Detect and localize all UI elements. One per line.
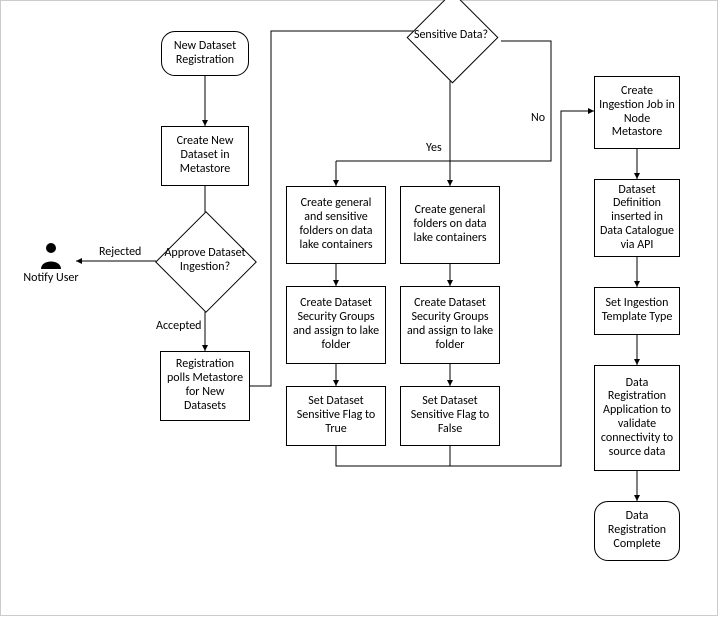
node-security-groups-1: Create Dataset Security Groups and assig… [286, 286, 386, 364]
label-yes: Yes [426, 141, 442, 155]
text: Registration polls Metastore for New Dat… [165, 358, 245, 413]
node-create-both-folders: Create general and sensitive folders on … [286, 186, 386, 264]
text: Data Registration Application to validat… [599, 377, 675, 460]
label-no: No [531, 111, 545, 125]
label-accepted: Accepted [156, 319, 201, 333]
text: Create general folders on data lake cont… [405, 204, 495, 245]
node-approve-decision: Approve Dataset Ingestion? [155, 211, 255, 311]
text: New Dataset Registration [166, 40, 244, 68]
node-security-groups-2: Create Dataset Security Groups and assig… [400, 286, 500, 364]
text: Create New Dataset in Metastore [166, 135, 244, 176]
text: Dataset Definition inserted in Data Cata… [599, 184, 675, 253]
text: Set Dataset Sensitive Flag to False [405, 395, 495, 436]
text: Create Dataset Security Groups and assig… [405, 297, 495, 352]
text: Create Dataset Security Groups and assig… [291, 297, 381, 352]
text: Set Ingestion Template Type [599, 297, 675, 325]
text: Approve Dataset Ingestion? [155, 247, 255, 275]
text: Create general and sensitive folders on … [291, 197, 381, 252]
node-flag-true: Set Dataset Sensitive Flag to True [286, 386, 386, 446]
node-start: New Dataset Registration [161, 31, 249, 76]
node-validate: Data Registration Application to validat… [594, 365, 680, 471]
text: Set Dataset Sensitive Flag to True [291, 395, 381, 436]
node-create-general-folders: Create general folders on data lake cont… [400, 186, 500, 264]
person-icon [39, 241, 63, 269]
text: Sensitive Data? [410, 29, 492, 43]
node-create-ingestion-job: Create Ingestion Job in Node Metastore [594, 76, 680, 149]
node-sensitive-decision: Sensitive Data? [406, 0, 496, 81]
label-rejected: Rejected [99, 245, 141, 259]
node-poll-registration: Registration polls Metastore for New Dat… [160, 351, 250, 421]
node-template-type: Set Ingestion Template Type [594, 287, 680, 335]
flowchart-canvas: New Dataset Registration Create New Data… [0, 0, 718, 616]
text: Notify User [21, 271, 81, 285]
node-complete: Data Registration Complete [594, 501, 680, 561]
node-create-dataset: Create New Dataset in Metastore [161, 126, 249, 186]
node-data-catalogue: Dataset Definition inserted in Data Cata… [594, 179, 680, 257]
text: Data Registration Complete [599, 510, 675, 551]
notify-user: Notify User [21, 241, 81, 285]
text: Create Ingestion Job in Node Metastore [599, 85, 675, 140]
node-flag-false: Set Dataset Sensitive Flag to False [400, 386, 500, 446]
